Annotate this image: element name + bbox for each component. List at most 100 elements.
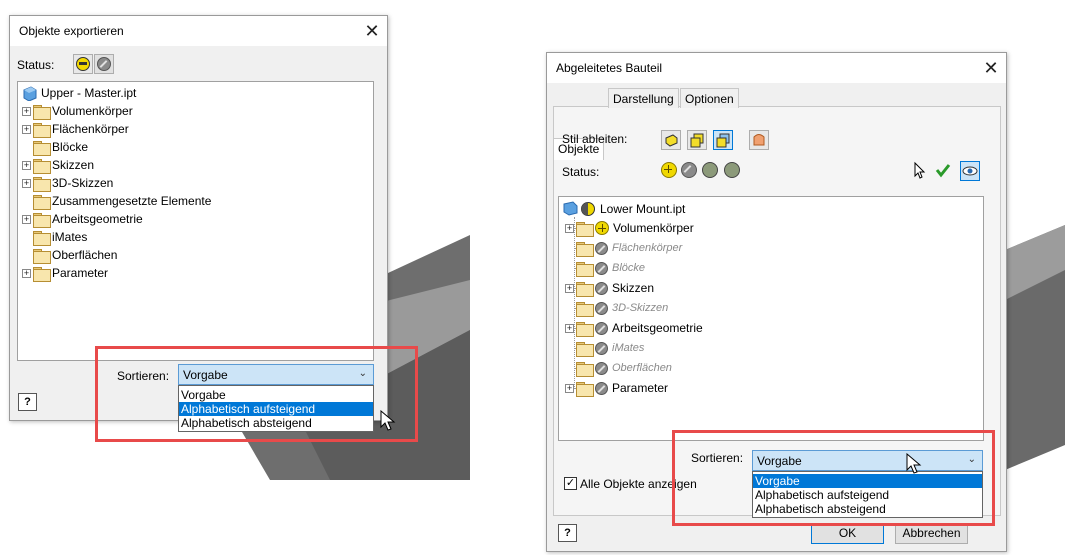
exclude-status-icon[interactable] bbox=[595, 281, 608, 295]
expand-icon[interactable]: + bbox=[22, 106, 31, 116]
expand-icon[interactable]: + bbox=[565, 323, 574, 333]
tree-item-label: Zusammengesetzte Elemente bbox=[52, 194, 212, 208]
cancel-button[interactable]: Abbrechen bbox=[895, 523, 968, 544]
tree-item[interactable]: + Volumenkörper bbox=[565, 219, 694, 237]
tree-item-label: Skizzen bbox=[612, 281, 655, 295]
tree-item[interactable]: + Flächenkörper bbox=[22, 120, 129, 138]
unlink-status-icon[interactable] bbox=[724, 162, 740, 178]
tree-item-label: iMates bbox=[52, 230, 88, 244]
checkmark-button[interactable] bbox=[934, 161, 954, 181]
tree-item[interactable]: Flächenkörper bbox=[565, 239, 682, 257]
include-status-button[interactable] bbox=[73, 54, 93, 74]
exclude-status-icon[interactable] bbox=[681, 162, 701, 178]
tree-item-label: Blöcke bbox=[52, 140, 89, 154]
tree-item-label: 3D-Skizzen bbox=[52, 176, 114, 190]
tree-item-label: Volumenkörper bbox=[613, 221, 694, 235]
tree-root[interactable]: Lower Mount.ipt bbox=[563, 200, 685, 218]
expand-icon[interactable]: + bbox=[22, 268, 31, 278]
object-tree[interactable]: Lower Mount.ipt + Volumenkörper Flächenkör… bbox=[558, 196, 984, 441]
tree-item[interactable]: +3D-Skizzen bbox=[22, 174, 113, 192]
folder-icon bbox=[576, 241, 594, 257]
tree-item[interactable]: 3D-Skizzen bbox=[565, 299, 668, 317]
expand-icon[interactable]: + bbox=[22, 160, 31, 170]
expand-icon[interactable]: + bbox=[22, 214, 31, 224]
tab-label: Optionen bbox=[685, 92, 734, 106]
tree-item-label: Arbeitsgeometrie bbox=[52, 212, 143, 226]
dialog-title: Objekte exportieren bbox=[19, 24, 124, 38]
style-layers-icon bbox=[690, 133, 704, 148]
select-cursor-button[interactable] bbox=[910, 161, 930, 181]
exclude-status-icon[interactable] bbox=[595, 261, 608, 275]
eye-icon bbox=[962, 166, 978, 176]
exclude-status-icon[interactable] bbox=[595, 301, 608, 315]
style-option-2-button[interactable] bbox=[687, 130, 707, 150]
style-option-4-button[interactable] bbox=[749, 130, 769, 150]
tree-item-label: Oberflächen bbox=[52, 248, 118, 262]
exclude-status-icon[interactable] bbox=[595, 241, 608, 255]
expand-icon[interactable]: + bbox=[565, 283, 574, 293]
close-icon[interactable]: ✕ bbox=[357, 16, 387, 46]
tree-item-label: Volumenkörper bbox=[52, 104, 133, 118]
expand-icon[interactable]: + bbox=[22, 124, 31, 134]
object-tree[interactable]: Upper - Master.ipt + Volumenkörper + Fläche… bbox=[17, 81, 374, 361]
tree-item[interactable]: + Volumenkörper bbox=[22, 102, 133, 120]
include-status-icon[interactable] bbox=[595, 221, 609, 235]
exclude-status-icon[interactable] bbox=[595, 341, 608, 355]
exclude-status-icon[interactable] bbox=[595, 361, 608, 375]
tree-item-label: Oberflächen bbox=[612, 362, 672, 374]
tree-item-label: iMates bbox=[612, 342, 645, 354]
tree-item-label: Skizzen bbox=[52, 158, 95, 172]
tree-item[interactable]: + Arbeitsgeometrie bbox=[22, 210, 143, 228]
tree-item[interactable]: Oberflächen bbox=[565, 359, 672, 377]
tree-item[interactable]: iMates bbox=[22, 228, 87, 246]
visibility-button[interactable] bbox=[960, 161, 980, 181]
close-icon[interactable]: ✕ bbox=[976, 53, 1006, 83]
checkmark-icon bbox=[935, 164, 951, 178]
tab-options[interactable]: Optionen bbox=[680, 88, 739, 108]
help-button[interactable]: ? bbox=[18, 393, 37, 411]
ok-button[interactable]: OK bbox=[811, 523, 884, 544]
tree-item[interactable]: Blöcke bbox=[565, 259, 645, 277]
status-label: Status: bbox=[17, 58, 55, 72]
tree-item[interactable]: Oberflächen bbox=[22, 246, 117, 264]
tree-item[interactable]: + Skizzen bbox=[22, 156, 94, 174]
root-label: Upper - Master.ipt bbox=[41, 86, 137, 100]
tree-item[interactable]: iMates bbox=[565, 339, 644, 357]
folder-icon bbox=[33, 212, 51, 228]
exclude-status-icon[interactable] bbox=[595, 381, 608, 395]
title-bar: Abgeleitetes Bauteil ✕ bbox=[547, 53, 1006, 83]
folder-icon bbox=[576, 361, 594, 377]
mouse-cursor-icon bbox=[906, 453, 922, 474]
include-status-icon[interactable] bbox=[661, 162, 681, 178]
style-appearance-icon bbox=[753, 134, 765, 146]
help-button[interactable]: ? bbox=[558, 524, 577, 542]
style-option-3-button[interactable] bbox=[713, 130, 733, 150]
tree-item[interactable]: Zusammengesetzte Elemente bbox=[22, 192, 211, 210]
tree-item[interactable]: + Parameter bbox=[565, 379, 668, 397]
style-option-1-button[interactable] bbox=[661, 130, 681, 150]
tab-display[interactable]: Darstellung bbox=[608, 88, 679, 108]
style-label: Stil ableiten: bbox=[562, 132, 628, 146]
tree-item[interactable]: + Skizzen bbox=[565, 279, 654, 297]
exclude-status-button[interactable] bbox=[94, 54, 114, 74]
folder-icon bbox=[576, 301, 594, 317]
tree-item[interactable]: Blöcke bbox=[22, 138, 88, 156]
tree-item-label: 3D-Skizzen bbox=[612, 302, 669, 314]
highlight-box bbox=[95, 346, 418, 442]
highlight-box bbox=[672, 430, 995, 526]
exclude-status-icon bbox=[97, 57, 111, 71]
expand-icon[interactable]: + bbox=[22, 178, 31, 188]
folder-icon bbox=[33, 248, 51, 264]
exclude-status-icon[interactable] bbox=[595, 321, 608, 335]
tree-root[interactable]: Upper - Master.ipt bbox=[22, 84, 136, 102]
expand-icon[interactable]: + bbox=[565, 223, 574, 233]
derived-part-icon bbox=[563, 201, 595, 216]
link-status-icon[interactable] bbox=[702, 162, 718, 178]
show-all-checkbox[interactable]: ✓ bbox=[564, 477, 577, 490]
expand-icon[interactable]: + bbox=[565, 383, 574, 393]
tree-item[interactable]: + Arbeitsgeometrie bbox=[565, 319, 703, 337]
folder-icon bbox=[33, 266, 51, 282]
tree-item[interactable]: + Parameter bbox=[22, 264, 108, 282]
style-linked-icon bbox=[716, 133, 730, 148]
folder-icon bbox=[576, 321, 594, 337]
